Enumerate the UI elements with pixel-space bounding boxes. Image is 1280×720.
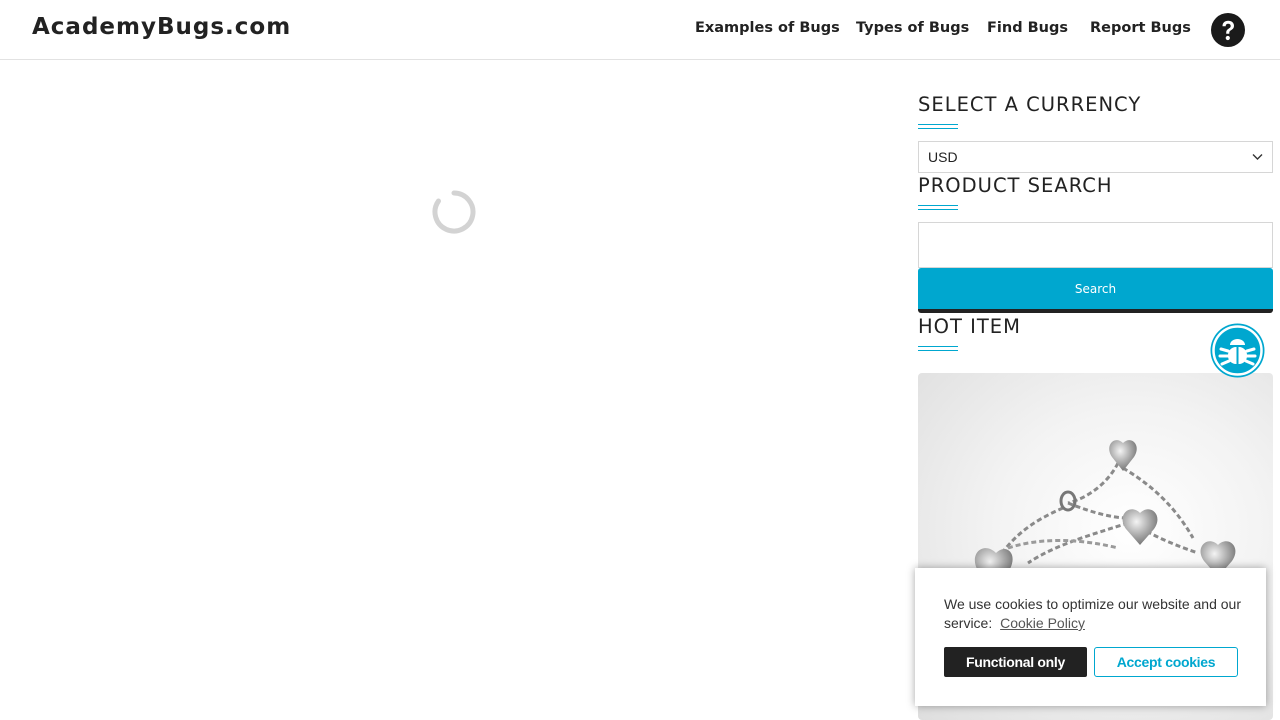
cookie-message: We use cookies to optimize our website a…	[944, 595, 1244, 633]
cookie-message-text: We use cookies to optimize our website a…	[944, 596, 1242, 631]
search-widget-title: PRODUCT SEARCH	[918, 174, 1113, 197]
nav-report-bugs[interactable]: Report Bugs	[1090, 20, 1191, 36]
chevron-down-icon	[1252, 154, 1263, 160]
cookie-policy-link[interactable]: Cookie Policy	[1000, 615, 1085, 631]
bug-icon[interactable]	[1210, 323, 1265, 378]
nav-find-bugs[interactable]: Find Bugs	[987, 20, 1068, 36]
product-search-input[interactable]	[918, 222, 1273, 268]
hot-item-widget-title: HOT ITEM	[918, 315, 1021, 338]
currency-widget-title: SELECT A CURRENCY	[918, 93, 1142, 116]
title-accent-line	[918, 124, 958, 129]
functional-only-button[interactable]: Functional only	[944, 647, 1087, 677]
title-accent-line	[918, 205, 958, 210]
site-logo[interactable]: AcademyBugs.com	[32, 14, 291, 40]
accept-cookies-button[interactable]: Accept cookies	[1094, 647, 1238, 677]
question-circle-icon[interactable]	[1211, 13, 1245, 47]
currency-selected-value: USD	[928, 149, 958, 165]
site-header: AcademyBugs.com Examples of Bugs Types o…	[0, 0, 1280, 60]
currency-select[interactable]: USD	[918, 141, 1273, 173]
search-button[interactable]: Search	[918, 268, 1273, 313]
nav-types-of-bugs[interactable]: Types of Bugs	[856, 20, 969, 36]
cookie-banner: We use cookies to optimize our website a…	[915, 568, 1266, 706]
nav-examples-of-bugs[interactable]: Examples of Bugs	[695, 20, 840, 36]
loading-spinner-icon	[432, 190, 476, 234]
title-accent-line	[918, 346, 958, 351]
